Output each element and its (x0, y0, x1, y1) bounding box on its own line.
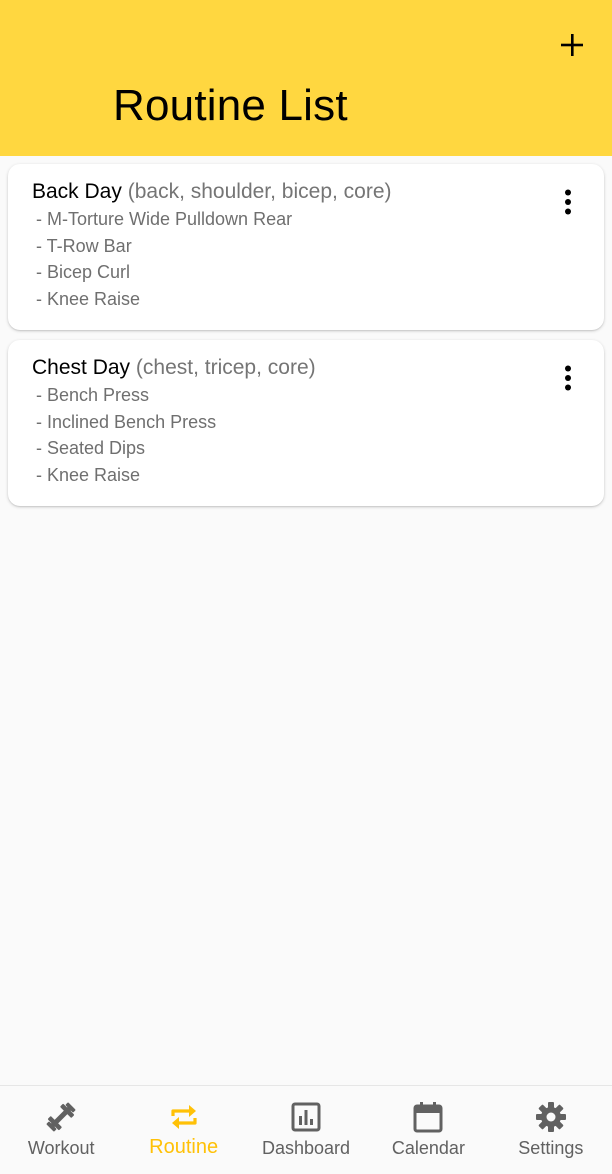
add-routine-button[interactable] (554, 27, 590, 63)
nav-label: Dashboard (261, 1138, 351, 1158)
nav-item-settings[interactable]: Settings (490, 1086, 612, 1174)
routine-name: Chest Day (32, 356, 131, 379)
nav-item-routine[interactable]: Routine (122, 1086, 244, 1174)
routine-name: Back Day (32, 180, 122, 203)
exercise-item: - Seated Dips (36, 438, 146, 458)
bar-chart-icon (289, 1100, 323, 1134)
app-screen: Routine List Back Day (back, shoulder, b… (0, 0, 612, 1174)
nav-item-dashboard[interactable]: Dashboard (245, 1086, 367, 1174)
routine-title: Chest Day (chest, tricep, core) (32, 354, 580, 382)
exercise-item: - T-Row Bar (36, 235, 132, 256)
exercise-item: - Bench Press (36, 385, 150, 405)
routine-tags: (back, shoulder, bicep, core) (127, 180, 392, 203)
page-title: Routine List (113, 81, 348, 130)
nav-label: Settings (518, 1138, 584, 1158)
routine-menu-button[interactable] (556, 364, 580, 392)
routine-card[interactable]: Chest Day (chest, tricep, core) - Bench … (8, 340, 604, 506)
app-bar: Routine List (0, 0, 612, 156)
dumbbell-icon (44, 1100, 78, 1134)
repeat-icon (167, 1100, 201, 1134)
bottom-navigation: Workout Routine Dashboard Calendar Setti… (0, 1085, 612, 1174)
routine-menu-button[interactable] (556, 188, 580, 216)
routine-tags: (chest, tricep, core) (135, 356, 316, 379)
routine-list: Back Day (back, shoulder, bicep, core) -… (8, 164, 604, 516)
exercise-item: - Inclined Bench Press (36, 411, 217, 432)
more-vert-icon (565, 189, 571, 215)
nav-item-workout[interactable]: Workout (0, 1086, 122, 1174)
exercise-item: - Bicep Curl (36, 262, 131, 282)
nav-item-calendar[interactable]: Calendar (367, 1086, 489, 1174)
exercise-item: - M-Torture Wide Pulldown Rear (36, 209, 293, 229)
calendar-icon (411, 1100, 445, 1134)
gear-icon (534, 1100, 568, 1134)
routine-card[interactable]: Back Day (back, shoulder, bicep, core) -… (8, 164, 604, 330)
nav-label: Routine (149, 1136, 219, 1158)
routine-title: Back Day (back, shoulder, bicep, core) (32, 178, 580, 206)
nav-label: Calendar (391, 1138, 465, 1158)
more-vert-icon (565, 365, 571, 391)
exercise-item: - Knee Raise (36, 288, 141, 309)
nav-label: Workout (27, 1138, 95, 1158)
plus-icon (561, 34, 583, 56)
exercise-item: - Knee Raise (36, 464, 141, 485)
